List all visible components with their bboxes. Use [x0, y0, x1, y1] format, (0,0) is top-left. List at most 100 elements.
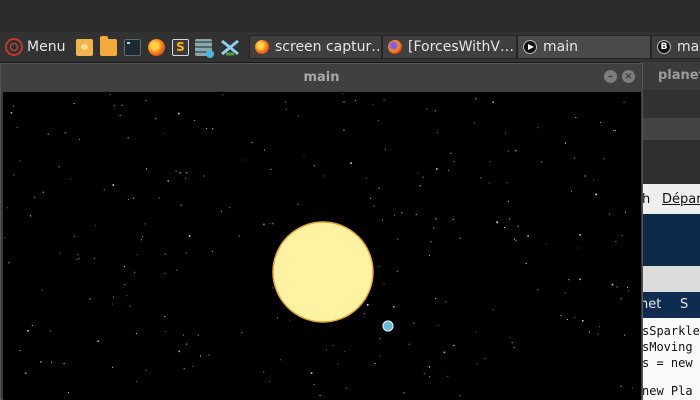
taskbar: Menu S screen captur… [ForcesWithV… main… — [0, 32, 700, 63]
background-navbar — [640, 140, 700, 184]
star — [93, 258, 95, 260]
star — [177, 112, 180, 115]
star — [452, 218, 454, 220]
star — [4, 237, 6, 239]
code-line: sMoving — [642, 340, 693, 354]
star — [508, 200, 509, 202]
star — [396, 270, 398, 272]
star — [434, 217, 437, 220]
background-window-title: planet — [658, 68, 700, 83]
window-titlebar[interactable]: main — [1, 64, 642, 91]
star — [365, 177, 367, 179]
task-label: [ForcesWithV… — [408, 39, 514, 55]
star — [289, 320, 291, 322]
star — [564, 292, 566, 294]
star — [430, 241, 432, 243]
star — [624, 334, 626, 336]
folder-icon[interactable] — [100, 36, 117, 56]
star — [183, 368, 185, 370]
star — [373, 205, 375, 207]
star — [135, 333, 137, 334]
star — [310, 372, 313, 374]
files-icon[interactable] — [76, 39, 93, 56]
star — [313, 165, 315, 167]
star — [343, 129, 345, 131]
star — [319, 395, 321, 396]
star — [579, 278, 581, 281]
star — [142, 236, 144, 238]
background-window-titlebar[interactable]: planet — [640, 62, 700, 90]
star — [136, 254, 138, 256]
terminal-icon[interactable] — [124, 39, 141, 56]
star — [394, 214, 395, 216]
star — [103, 189, 105, 191]
star — [415, 214, 417, 216]
star — [403, 392, 405, 394]
star — [176, 269, 178, 271]
x-app-icon[interactable] — [220, 39, 240, 56]
star — [30, 215, 32, 217]
menu-fragment[interactable]: Dépar — [662, 192, 700, 207]
firefox-icon — [388, 40, 402, 54]
main-window[interactable]: main – × — [0, 63, 643, 400]
star — [527, 235, 529, 237]
star — [355, 100, 356, 101]
star — [109, 94, 111, 96]
star — [417, 172, 419, 174]
simulation-canvas[interactable] — [3, 92, 641, 400]
star — [49, 330, 51, 332]
star — [436, 168, 438, 170]
star — [70, 178, 72, 180]
grid-app-icon[interactable] — [195, 39, 214, 58]
star — [270, 168, 272, 170]
firefox-icon[interactable] — [148, 39, 165, 56]
star — [620, 298, 622, 300]
star — [379, 338, 381, 340]
star — [112, 366, 114, 368]
star — [489, 161, 491, 162]
star — [484, 358, 486, 360]
tab-fragment[interactable]: net — [640, 297, 661, 312]
star — [435, 298, 437, 299]
star — [377, 120, 379, 122]
star — [383, 283, 385, 285]
b-app-icon: B — [657, 40, 671, 54]
star — [178, 350, 180, 353]
window-title: main — [303, 70, 340, 85]
menu-button[interactable]: Menu — [0, 32, 70, 62]
star — [132, 197, 134, 199]
task-main[interactable]: main — [517, 35, 651, 59]
star — [19, 350, 21, 352]
star — [475, 98, 477, 100]
s-app-icon[interactable]: S — [172, 39, 189, 56]
task-ma[interactable]: B ma — [651, 35, 700, 59]
task-screen-capture[interactable]: screen captur… — [249, 35, 382, 59]
star — [6, 207, 8, 209]
menu-fragment[interactable]: h — [642, 192, 650, 207]
star — [272, 222, 274, 225]
star — [297, 115, 299, 117]
star — [429, 255, 430, 256]
minimize-icon[interactable]: – — [604, 70, 617, 83]
star — [97, 340, 99, 342]
task-label: ma — [677, 39, 700, 55]
star — [437, 324, 439, 326]
star — [89, 298, 91, 300]
star — [513, 238, 515, 240]
star — [194, 120, 196, 121]
star — [164, 316, 166, 317]
close-icon[interactable]: × — [622, 70, 635, 83]
star — [509, 218, 511, 220]
star — [197, 334, 199, 336]
task-forces-with-vectors[interactable]: [ForcesWithV… — [382, 35, 517, 59]
tab-fragment[interactable]: S — [680, 297, 688, 312]
star — [200, 355, 201, 357]
star — [337, 363, 339, 365]
star — [206, 127, 207, 129]
star — [345, 387, 347, 389]
star — [269, 223, 271, 225]
background-window[interactable]: planet h Dépar net S sSparkle sMoving s … — [640, 62, 700, 400]
star — [244, 159, 246, 161]
star — [19, 160, 21, 162]
star — [429, 366, 431, 368]
